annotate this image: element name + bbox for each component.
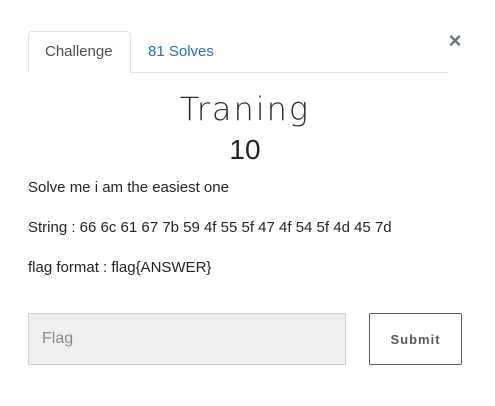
submit-button[interactable]: Submit (369, 313, 462, 365)
challenge-tabs: Challenge 81 Solves (28, 31, 448, 73)
close-icon[interactable]: × (446, 30, 464, 52)
challenge-modal: × Challenge 81 Solves Traning 10 Solve m… (0, 0, 495, 406)
challenge-description-line: Solve me i am the easiest one (28, 179, 229, 196)
challenge-value: 10 (229, 134, 261, 165)
tab-solves[interactable]: 81 Solves (131, 31, 231, 73)
challenge-name: Traning (179, 90, 311, 128)
challenge-description-line: String : 66 6c 61 67 7b 59 4f 55 5f 47 4… (28, 219, 392, 236)
challenge-description-line: flag format : flag{ANSWER} (28, 259, 212, 276)
flag-input[interactable] (28, 313, 346, 365)
tab-challenge[interactable]: Challenge (28, 31, 131, 73)
